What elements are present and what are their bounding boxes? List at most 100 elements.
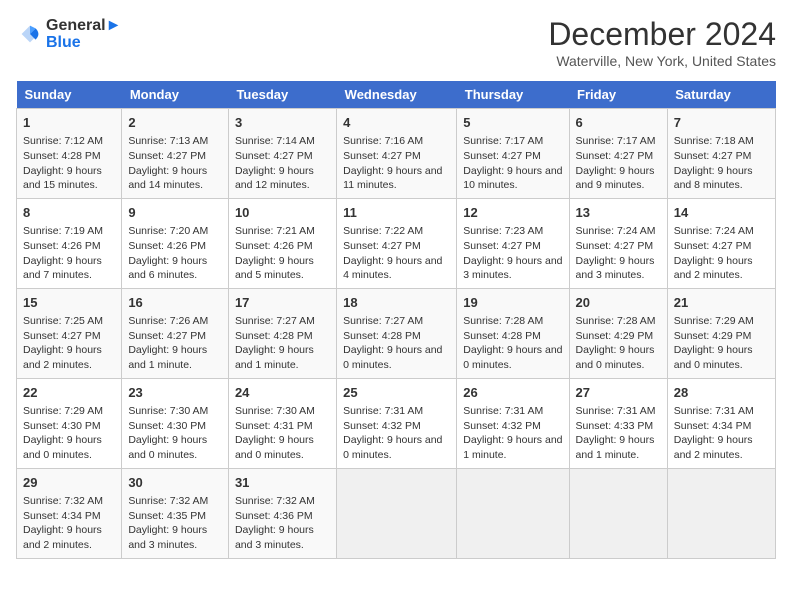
day-number: 19 (463, 294, 562, 312)
calendar-cell: 28 Sunrise: 7:31 AM Sunset: 4:34 PM Dayl… (667, 378, 775, 468)
sunset-text: Sunset: 4:26 PM (128, 240, 206, 252)
daylight-text: Daylight: 9 hours and 5 minutes. (235, 255, 314, 282)
sunset-text: Sunset: 4:33 PM (576, 420, 654, 432)
sunrise-text: Sunrise: 7:31 AM (674, 405, 754, 417)
day-number: 13 (576, 204, 661, 222)
calendar-cell (569, 468, 667, 558)
calendar-cell: 19 Sunrise: 7:28 AM Sunset: 4:28 PM Dayl… (457, 288, 569, 378)
sunset-text: Sunset: 4:34 PM (23, 510, 101, 522)
day-number: 16 (128, 294, 222, 312)
sunset-text: Sunset: 4:27 PM (128, 150, 206, 162)
calendar-week-2: 8 Sunrise: 7:19 AM Sunset: 4:26 PM Dayli… (17, 198, 776, 288)
sunset-text: Sunset: 4:34 PM (674, 420, 752, 432)
sunrise-text: Sunrise: 7:30 AM (128, 405, 208, 417)
sunset-text: Sunset: 4:27 PM (674, 240, 752, 252)
calendar-cell: 15 Sunrise: 7:25 AM Sunset: 4:27 PM Dayl… (17, 288, 122, 378)
sunset-text: Sunset: 4:27 PM (576, 240, 654, 252)
sunset-text: Sunset: 4:27 PM (343, 240, 421, 252)
calendar-cell: 30 Sunrise: 7:32 AM Sunset: 4:35 PM Dayl… (122, 468, 229, 558)
daylight-text: Daylight: 9 hours and 3 minutes. (128, 524, 207, 551)
calendar-cell: 20 Sunrise: 7:28 AM Sunset: 4:29 PM Dayl… (569, 288, 667, 378)
day-number: 1 (23, 114, 115, 132)
month-title: December 2024 (548, 16, 776, 53)
sunrise-text: Sunrise: 7:29 AM (23, 405, 103, 417)
day-number: 31 (235, 474, 330, 492)
calendar-cell: 27 Sunrise: 7:31 AM Sunset: 4:33 PM Dayl… (569, 378, 667, 468)
calendar-cell: 14 Sunrise: 7:24 AM Sunset: 4:27 PM Dayl… (667, 198, 775, 288)
sunrise-text: Sunrise: 7:25 AM (23, 315, 103, 327)
calendar-cell: 10 Sunrise: 7:21 AM Sunset: 4:26 PM Dayl… (228, 198, 336, 288)
sunset-text: Sunset: 4:30 PM (128, 420, 206, 432)
page-header: General► Blue December 2024 Waterville, … (16, 16, 776, 69)
day-number: 12 (463, 204, 562, 222)
day-number: 11 (343, 204, 450, 222)
sunset-text: Sunset: 4:27 PM (23, 330, 101, 342)
daylight-text: Daylight: 9 hours and 11 minutes. (343, 165, 442, 192)
day-number: 6 (576, 114, 661, 132)
sunrise-text: Sunrise: 7:30 AM (235, 405, 315, 417)
sunset-text: Sunset: 4:27 PM (463, 240, 541, 252)
day-number: 17 (235, 294, 330, 312)
daylight-text: Daylight: 9 hours and 4 minutes. (343, 255, 442, 282)
header-thursday: Thursday (457, 81, 569, 109)
calendar-table: SundayMondayTuesdayWednesdayThursdayFrid… (16, 81, 776, 559)
sunset-text: Sunset: 4:28 PM (463, 330, 541, 342)
daylight-text: Daylight: 9 hours and 8 minutes. (674, 165, 753, 192)
calendar-week-5: 29 Sunrise: 7:32 AM Sunset: 4:34 PM Dayl… (17, 468, 776, 558)
header-friday: Friday (569, 81, 667, 109)
sunset-text: Sunset: 4:26 PM (235, 240, 313, 252)
calendar-cell: 21 Sunrise: 7:29 AM Sunset: 4:29 PM Dayl… (667, 288, 775, 378)
sunrise-text: Sunrise: 7:32 AM (235, 495, 315, 507)
sunrise-text: Sunrise: 7:28 AM (576, 315, 656, 327)
calendar-cell: 2 Sunrise: 7:13 AM Sunset: 4:27 PM Dayli… (122, 109, 229, 199)
sunset-text: Sunset: 4:29 PM (674, 330, 752, 342)
header-sunday: Sunday (17, 81, 122, 109)
daylight-text: Daylight: 9 hours and 12 minutes. (235, 165, 314, 192)
calendar-header-row: SundayMondayTuesdayWednesdayThursdayFrid… (17, 81, 776, 109)
header-monday: Monday (122, 81, 229, 109)
daylight-text: Daylight: 9 hours and 2 minutes. (674, 434, 753, 461)
calendar-cell (667, 468, 775, 558)
calendar-cell (337, 468, 457, 558)
calendar-cell: 16 Sunrise: 7:26 AM Sunset: 4:27 PM Dayl… (122, 288, 229, 378)
sunset-text: Sunset: 4:27 PM (576, 150, 654, 162)
sunrise-text: Sunrise: 7:16 AM (343, 135, 423, 147)
daylight-text: Daylight: 9 hours and 15 minutes. (23, 165, 102, 192)
day-number: 14 (674, 204, 769, 222)
daylight-text: Daylight: 9 hours and 0 minutes. (128, 434, 207, 461)
calendar-title-area: December 2024 Waterville, New York, Unit… (548, 16, 776, 69)
daylight-text: Daylight: 9 hours and 9 minutes. (576, 165, 655, 192)
daylight-text: Daylight: 9 hours and 0 minutes. (343, 434, 442, 461)
daylight-text: Daylight: 9 hours and 3 minutes. (576, 255, 655, 282)
daylight-text: Daylight: 9 hours and 6 minutes. (128, 255, 207, 282)
day-number: 15 (23, 294, 115, 312)
daylight-text: Daylight: 9 hours and 1 minute. (128, 344, 207, 371)
day-number: 4 (343, 114, 450, 132)
sunrise-text: Sunrise: 7:17 AM (576, 135, 656, 147)
sunrise-text: Sunrise: 7:23 AM (463, 225, 543, 237)
calendar-cell: 22 Sunrise: 7:29 AM Sunset: 4:30 PM Dayl… (17, 378, 122, 468)
sunset-text: Sunset: 4:26 PM (23, 240, 101, 252)
location-text: Waterville, New York, United States (548, 53, 776, 69)
sunrise-text: Sunrise: 7:21 AM (235, 225, 315, 237)
daylight-text: Daylight: 9 hours and 10 minutes. (463, 165, 562, 192)
sunrise-text: Sunrise: 7:31 AM (463, 405, 543, 417)
daylight-text: Daylight: 9 hours and 0 minutes. (23, 434, 102, 461)
calendar-week-4: 22 Sunrise: 7:29 AM Sunset: 4:30 PM Dayl… (17, 378, 776, 468)
calendar-cell: 7 Sunrise: 7:18 AM Sunset: 4:27 PM Dayli… (667, 109, 775, 199)
daylight-text: Daylight: 9 hours and 7 minutes. (23, 255, 102, 282)
calendar-cell: 13 Sunrise: 7:24 AM Sunset: 4:27 PM Dayl… (569, 198, 667, 288)
calendar-cell (457, 468, 569, 558)
daylight-text: Daylight: 9 hours and 0 minutes. (463, 344, 562, 371)
sunrise-text: Sunrise: 7:13 AM (128, 135, 208, 147)
calendar-week-1: 1 Sunrise: 7:12 AM Sunset: 4:28 PM Dayli… (17, 109, 776, 199)
daylight-text: Daylight: 9 hours and 2 minutes. (23, 524, 102, 551)
daylight-text: Daylight: 9 hours and 1 minute. (235, 344, 314, 371)
logo-icon (16, 20, 44, 48)
calendar-cell: 5 Sunrise: 7:17 AM Sunset: 4:27 PM Dayli… (457, 109, 569, 199)
sunrise-text: Sunrise: 7:18 AM (674, 135, 754, 147)
calendar-cell: 1 Sunrise: 7:12 AM Sunset: 4:28 PM Dayli… (17, 109, 122, 199)
calendar-cell: 24 Sunrise: 7:30 AM Sunset: 4:31 PM Dayl… (228, 378, 336, 468)
sunrise-text: Sunrise: 7:28 AM (463, 315, 543, 327)
calendar-cell: 11 Sunrise: 7:22 AM Sunset: 4:27 PM Dayl… (337, 198, 457, 288)
